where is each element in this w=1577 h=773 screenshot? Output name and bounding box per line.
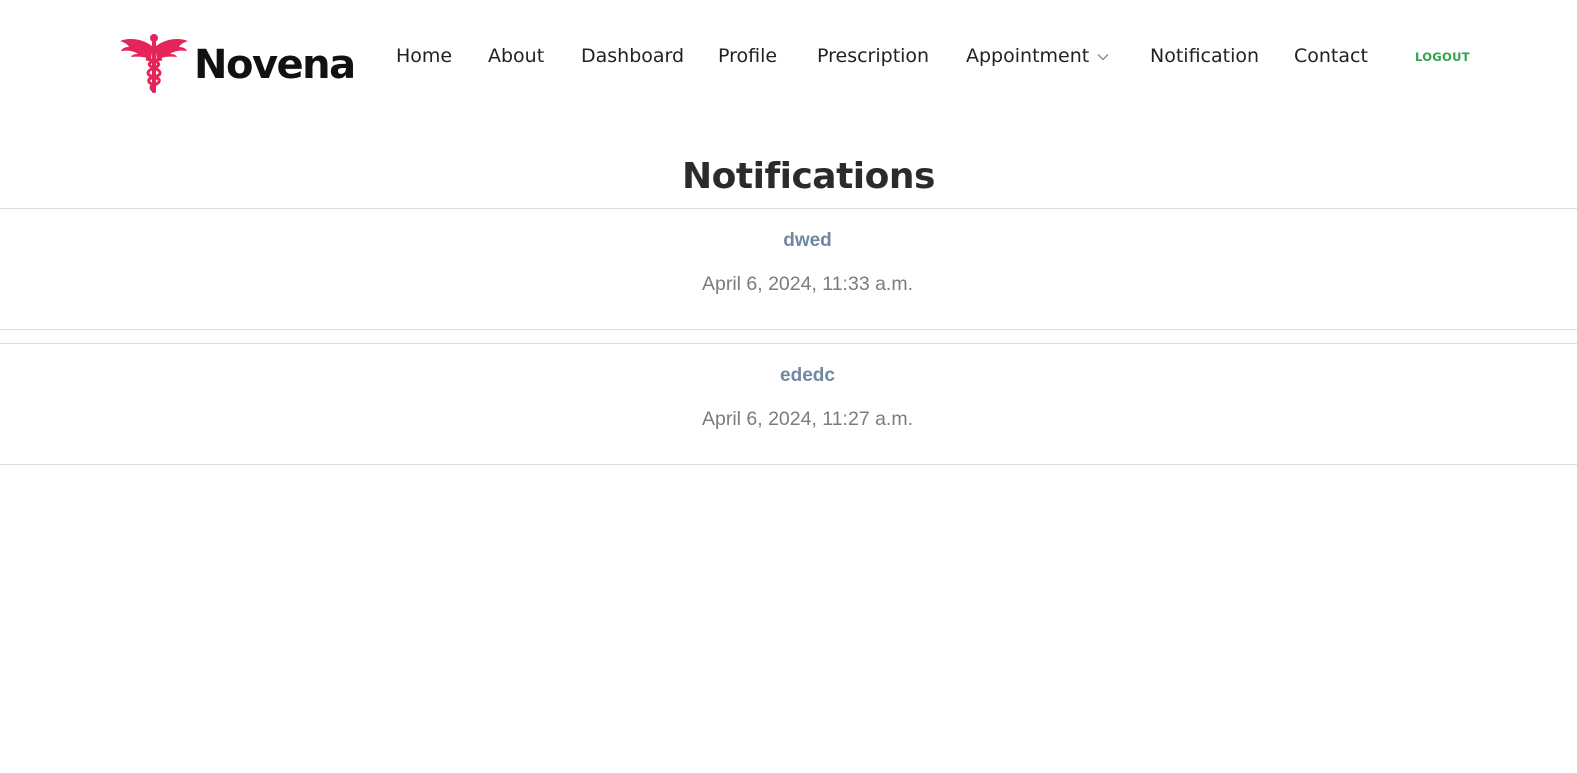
chevron-down-icon bbox=[1097, 43, 1109, 67]
brand-name: Novena bbox=[194, 42, 356, 88]
logout-button[interactable]: LOGOUT bbox=[1415, 50, 1470, 64]
notification-item: dwed April 6, 2024, 11:33 a.m. bbox=[0, 208, 1577, 330]
nav-contact[interactable]: Contact bbox=[1294, 44, 1368, 68]
notification-timestamp: April 6, 2024, 11:27 a.m. bbox=[701, 408, 913, 430]
nav-home[interactable]: Home bbox=[396, 44, 452, 68]
nav-profile[interactable]: Profile bbox=[718, 44, 777, 68]
nav-prescription[interactable]: Prescription bbox=[817, 44, 929, 68]
nav-appointment-label: Appointment bbox=[966, 45, 1090, 67]
nav-appointment-dropdown[interactable]: Appointment bbox=[966, 44, 1109, 69]
notification-title[interactable]: dwed bbox=[0, 229, 1577, 253]
page-title: Notifications bbox=[682, 156, 935, 197]
notification-title[interactable]: ededc bbox=[0, 364, 1577, 388]
notification-list: dwed April 6, 2024, 11:33 a.m. ededc Apr… bbox=[0, 208, 1577, 478]
nav-notification[interactable]: Notification bbox=[1150, 44, 1259, 68]
notification-item: ededc April 6, 2024, 11:27 a.m. bbox=[0, 343, 1577, 465]
notification-timestamp: April 6, 2024, 11:33 a.m. bbox=[701, 273, 913, 295]
brand-logo-link[interactable]: Novena bbox=[120, 33, 356, 95]
navbar: Novena Home About Dashboard Profile Pres… bbox=[0, 0, 1577, 114]
caduceus-icon bbox=[120, 33, 188, 95]
nav-about[interactable]: About bbox=[488, 44, 544, 68]
nav-dashboard[interactable]: Dashboard bbox=[581, 44, 684, 68]
